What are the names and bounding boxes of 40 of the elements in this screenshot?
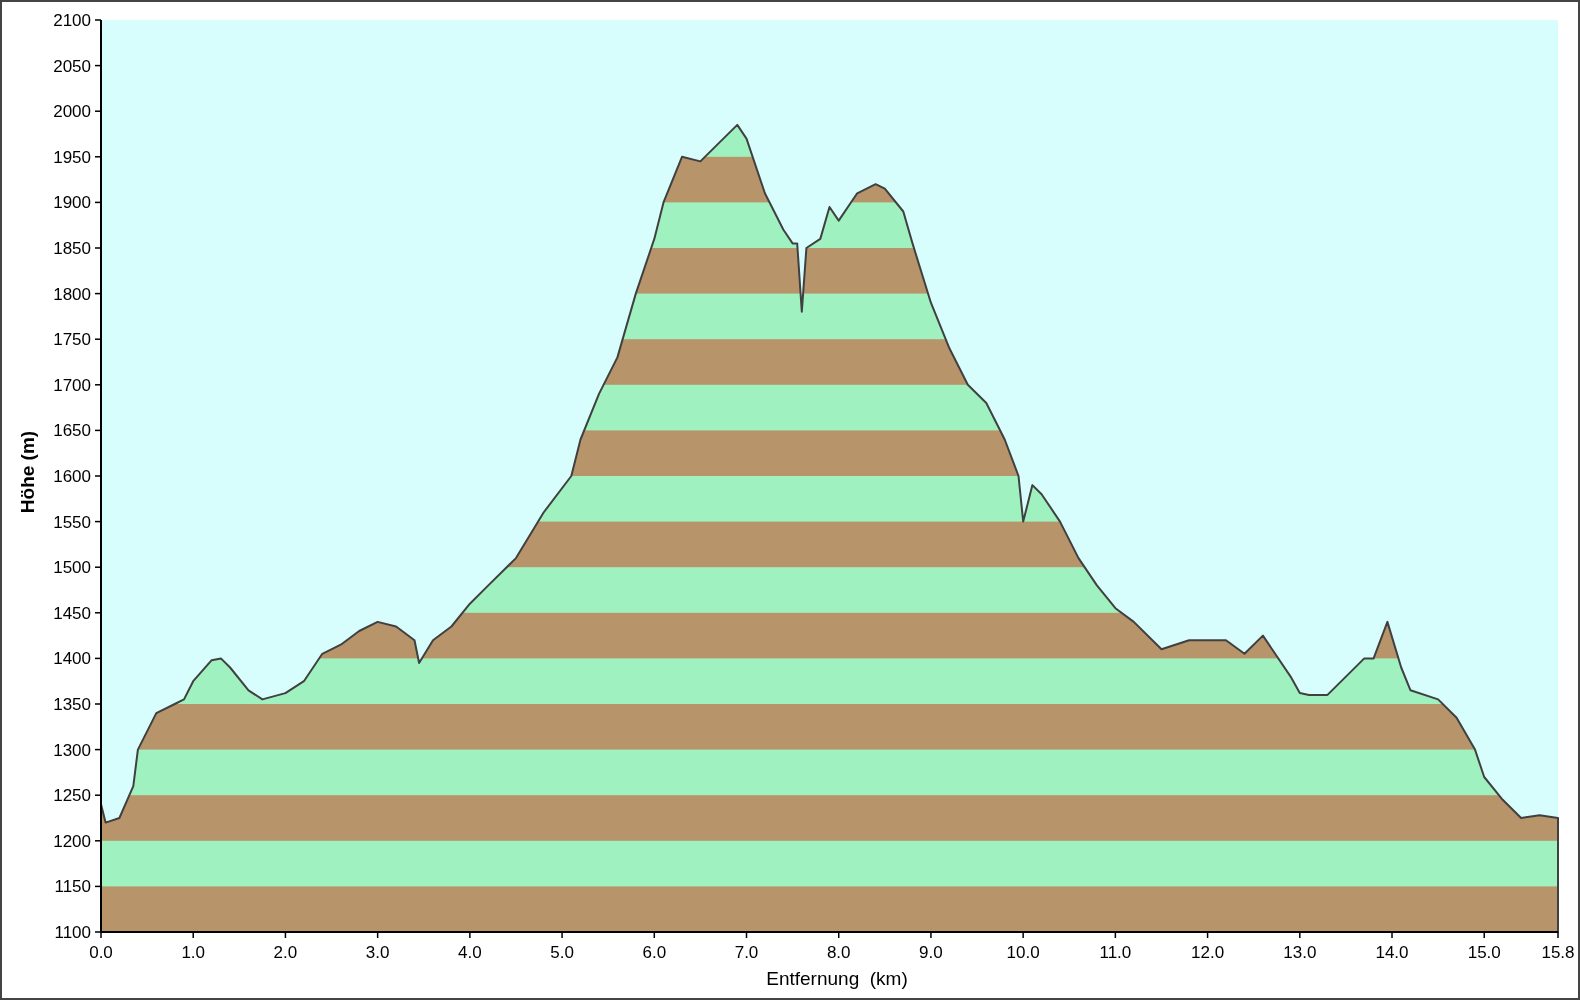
tick-label: 11.0 bbox=[1099, 943, 1132, 962]
tick-label: 14.0 bbox=[1375, 943, 1409, 962]
tick-label: 1250 bbox=[53, 786, 91, 806]
tick-label: 1800 bbox=[53, 284, 91, 304]
y-axis-title: Höhe (m) bbox=[17, 430, 38, 514]
tick-label: 1900 bbox=[53, 193, 91, 213]
tick-label: 9.0 bbox=[919, 943, 943, 962]
tick-label: 1100 bbox=[54, 923, 91, 942]
tick-label: 1450 bbox=[53, 603, 91, 623]
tick-label: 1200 bbox=[53, 831, 91, 851]
tick-label: 1400 bbox=[53, 649, 91, 669]
tick-label: 3.0 bbox=[365, 943, 390, 962]
tick-label: 0.0 bbox=[89, 943, 113, 962]
tick-label: 1750 bbox=[53, 330, 91, 350]
tick-label: 1300 bbox=[53, 740, 91, 760]
tick-label: 5.0 bbox=[550, 943, 574, 962]
tick-label: 2.0 bbox=[273, 943, 298, 962]
tick-label: 2100 bbox=[53, 11, 91, 30]
tick-label: 1500 bbox=[53, 558, 91, 578]
tick-label: 1.0 bbox=[181, 943, 206, 962]
tick-label: 7.0 bbox=[734, 943, 759, 962]
tick-label: 2000 bbox=[53, 102, 91, 122]
tick-label: 1600 bbox=[53, 467, 91, 486]
tick-label: 1350 bbox=[53, 695, 91, 714]
tick-label: 12.0 bbox=[1191, 943, 1225, 962]
tick-label: 1150 bbox=[54, 877, 91, 897]
tick-label: 6.0 bbox=[642, 943, 667, 962]
tick-label: 1850 bbox=[53, 239, 91, 258]
tick-label: 15.0 bbox=[1467, 943, 1501, 962]
tick-label: 1650 bbox=[53, 421, 91, 441]
tick-label: 15.8 bbox=[1541, 943, 1575, 962]
tick-label: 10.0 bbox=[1006, 943, 1040, 962]
tick-label: 1950 bbox=[53, 147, 91, 167]
tick-label: 4.0 bbox=[458, 943, 482, 962]
tick-label: 1700 bbox=[53, 375, 91, 395]
x-axis-title: Entfernung (km) bbox=[766, 968, 908, 989]
tick-label: 2050 bbox=[53, 56, 91, 76]
tick-label: 1550 bbox=[53, 512, 91, 532]
tick-label: 8.0 bbox=[826, 943, 851, 962]
tick-label: 13.0 bbox=[1283, 943, 1317, 962]
